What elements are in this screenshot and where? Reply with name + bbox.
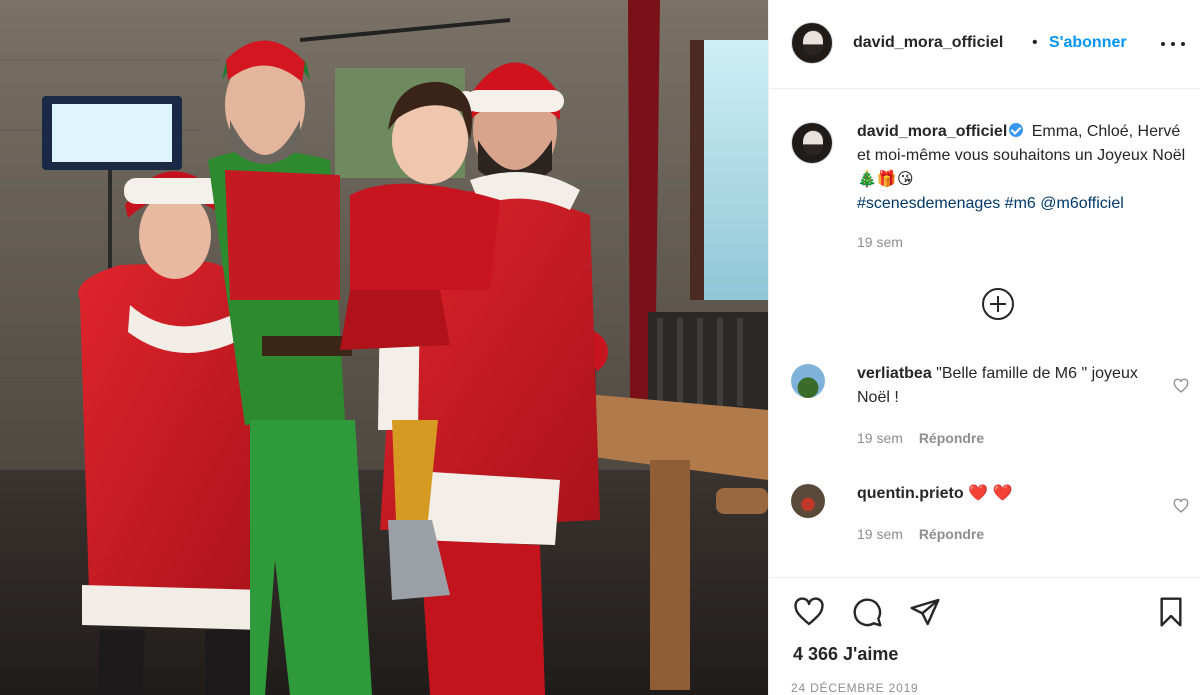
- comment-username[interactable]: quentin.prieto: [857, 485, 964, 502]
- commenter-avatar[interactable]: [791, 484, 825, 518]
- post-photo[interactable]: [0, 0, 768, 695]
- header-separator: •: [1032, 34, 1038, 51]
- comment-body: verliatbea "Belle famille de M6 " joyeux…: [857, 362, 1157, 410]
- post-actions: 4 366 J'aime 24 DÉCEMBRE 2019: [769, 577, 1200, 695]
- verified-badge-icon: [1009, 123, 1024, 137]
- post-header: david_mora_officiel • S'abonner: [769, 0, 1200, 89]
- christmas-family-photo: [0, 0, 768, 695]
- heart-icon[interactable]: [793, 596, 825, 628]
- reply-button[interactable]: Répondre: [919, 526, 984, 542]
- hashtag-link[interactable]: #scenesdemenages: [857, 195, 1000, 212]
- caption-username[interactable]: david_mora_officiel: [857, 123, 1007, 140]
- hashtag-link[interactable]: #m6: [1005, 195, 1036, 212]
- comment-body: quentin.prieto ❤️ ❤️: [857, 482, 1157, 506]
- post-caption: david_mora_officiel Emma, Chloé, Hervé e…: [857, 120, 1187, 254]
- author-username[interactable]: david_mora_officiel: [853, 34, 1003, 52]
- heart-icon[interactable]: [1173, 378, 1189, 394]
- commenter-avatar[interactable]: [791, 364, 825, 398]
- comment-text: ❤️ ❤️: [968, 485, 1013, 502]
- comment-time[interactable]: 19 sem: [857, 526, 903, 542]
- comment-meta: 19 sem Répondre: [857, 430, 984, 446]
- comment-meta: 19 sem Répondre: [857, 526, 984, 542]
- comment-time[interactable]: 19 sem: [857, 430, 903, 446]
- more-dot-icon: [1161, 42, 1165, 46]
- more-options-button[interactable]: [1161, 36, 1185, 52]
- likes-count[interactable]: 4 366 J'aime: [793, 644, 898, 665]
- plus-circle-icon[interactable]: [982, 288, 1014, 320]
- caption-emojis: 🎄🎁😘: [857, 171, 914, 188]
- caption-time[interactable]: 19 sem: [857, 230, 1187, 254]
- heart-icon[interactable]: [1173, 498, 1189, 514]
- more-dot-icon: [1171, 42, 1175, 46]
- reply-button[interactable]: Répondre: [919, 430, 984, 446]
- mention-link[interactable]: @m6officiel: [1040, 195, 1124, 212]
- comment-icon[interactable]: [851, 596, 883, 628]
- post-side-panel: david_mora_officiel • S'abonner david_mo…: [768, 0, 1200, 695]
- caption-avatar[interactable]: [791, 122, 833, 164]
- author-avatar[interactable]: [791, 22, 833, 64]
- comment-username[interactable]: verliatbea: [857, 365, 932, 382]
- share-icon[interactable]: [909, 596, 941, 628]
- bookmark-icon[interactable]: [1155, 596, 1187, 628]
- more-dot-icon: [1181, 42, 1185, 46]
- post-date[interactable]: 24 DÉCEMBRE 2019: [791, 681, 919, 695]
- follow-button[interactable]: S'abonner: [1049, 34, 1127, 52]
